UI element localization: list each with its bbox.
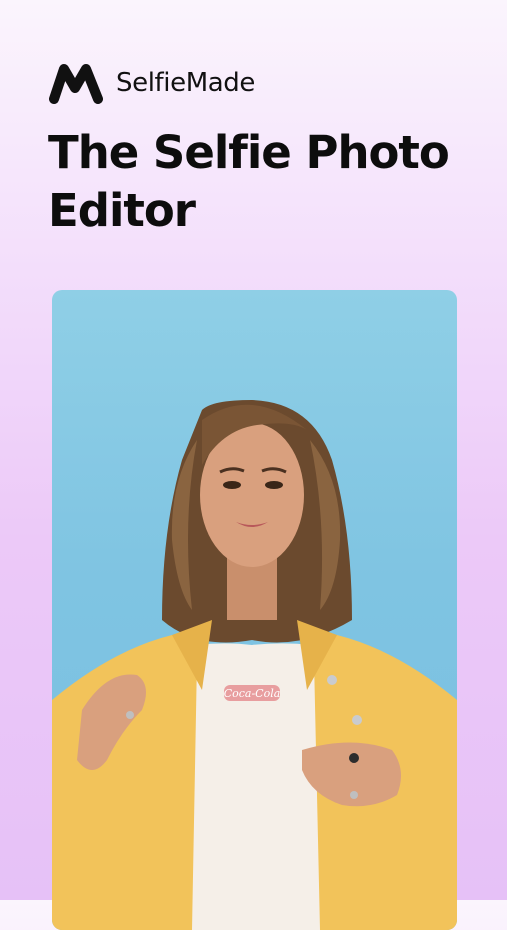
shirt-logo: Coca-Cola (224, 687, 281, 700)
brand-name: SelfieMade (116, 68, 255, 98)
selfiemade-logo-icon (48, 62, 104, 104)
portrait-photo: Coca-Cola (52, 290, 457, 930)
brand-header: SelfieMade (48, 62, 255, 104)
page-title: The Selfie Photo Editor (48, 126, 450, 237)
